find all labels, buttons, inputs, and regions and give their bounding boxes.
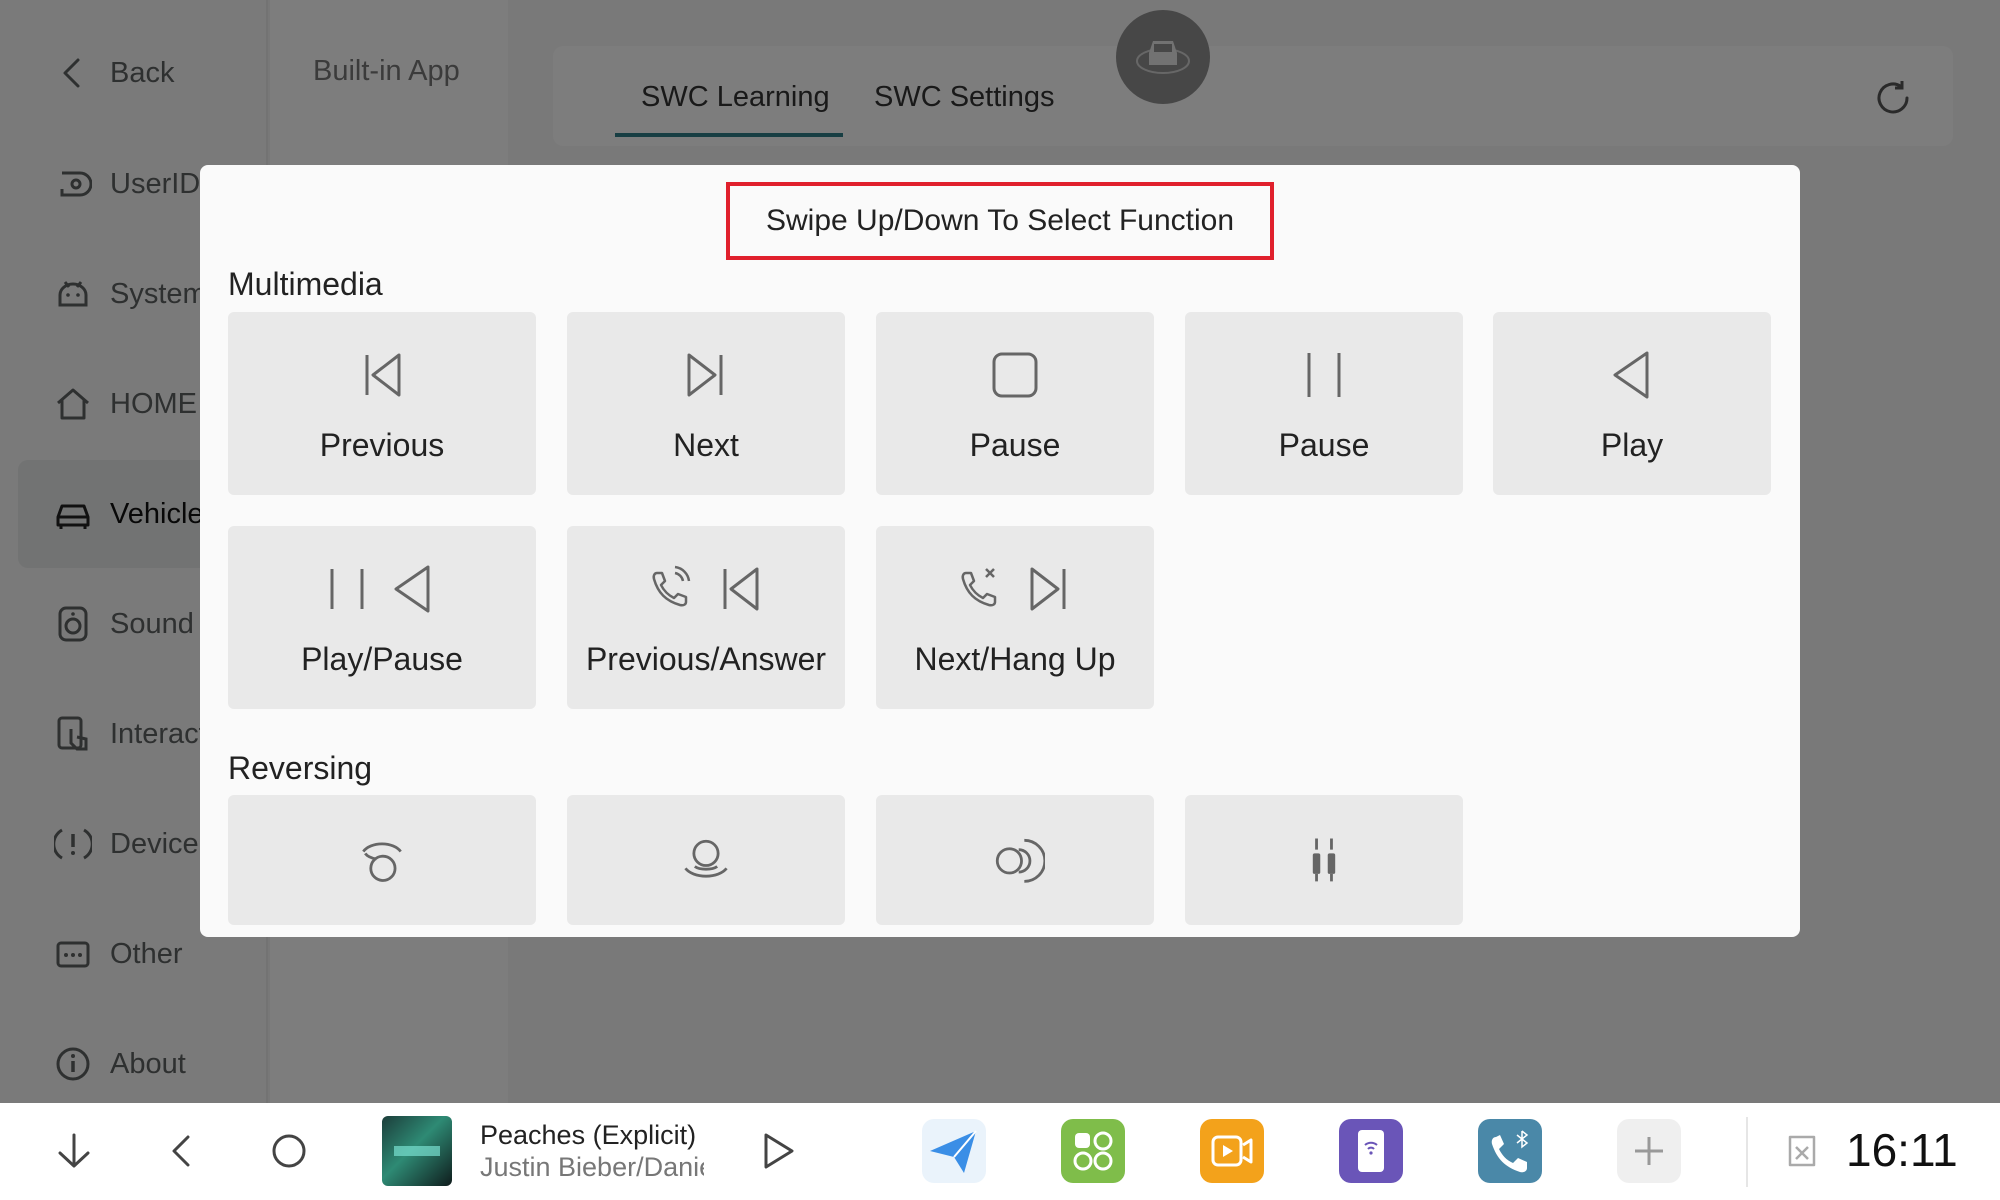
apps-grid-icon (1073, 1131, 1113, 1171)
function-select-dialog: Swipe Up/Down To Select Function Multime… (200, 165, 1800, 937)
function-tile-play[interactable]: Play (1493, 312, 1771, 495)
function-tile-camera-side[interactable] (876, 795, 1154, 925)
section-title-reversing: Reversing (228, 750, 373, 786)
section-title-multimedia: Multimedia (228, 266, 383, 302)
function-tile-next-hangup[interactable]: Next/Hang Up (876, 526, 1154, 709)
clock: 16:11 (1846, 1124, 1958, 1176)
phone-answer-previous-icon (649, 561, 763, 617)
camera-front-icon (676, 831, 736, 887)
play-pause-icon (328, 561, 436, 617)
parking-sensor-icon (1304, 831, 1344, 887)
tile-label: Previous (319, 427, 445, 463)
function-tile-previous[interactable]: Previous (228, 312, 536, 495)
function-tile-previous-answer[interactable]: Previous/Answer (567, 526, 845, 709)
skip-previous-icon (359, 347, 405, 403)
dock-navigation-app[interactable] (922, 1119, 986, 1183)
swipe-hint: Swipe Up/Down To Select Function (726, 182, 1274, 260)
function-tile-parking-sensor[interactable] (1185, 795, 1463, 925)
pause-icon (1301, 347, 1347, 403)
dock-apps-grid[interactable] (1061, 1119, 1125, 1183)
song-artist: Justin Bieber/Daniel Caesar/Giveon (480, 1152, 704, 1182)
home-circle-icon (272, 1134, 306, 1168)
tile-label: Next/Hang Up (914, 641, 1116, 677)
function-tile-camera-front[interactable] (567, 795, 845, 925)
add-app-icon (1635, 1137, 1663, 1165)
media-widget[interactable]: Peaches (Explicit) Justin Bieber/Daniel … (356, 1103, 856, 1200)
system-taskbar: Peaches (Explicit) Justin Bieber/Daniel … (0, 1103, 2000, 1200)
album-art (382, 1116, 452, 1186)
nav-home-button[interactable] (261, 1123, 317, 1179)
song-title: Peaches (Explicit) (480, 1120, 697, 1150)
stop-square-icon (990, 347, 1040, 403)
tile-label: Pause (1278, 427, 1370, 463)
video-app-icon (1211, 1135, 1253, 1167)
arrow-down-icon (58, 1133, 90, 1168)
nav-back-button[interactable] (154, 1123, 210, 1179)
function-tile-pause-stop[interactable]: Pause (876, 312, 1154, 495)
navigation-app-icon (930, 1130, 977, 1173)
dock-phone-link-app[interactable] (1339, 1119, 1403, 1183)
phone-hangup-next-icon (958, 561, 1072, 617)
play-icon (1609, 347, 1655, 403)
clear-recent-icon[interactable] (1782, 1131, 1822, 1171)
tile-label: Next (673, 427, 739, 463)
function-tile-camera-top[interactable] (228, 795, 536, 925)
skip-next-icon (683, 347, 729, 403)
function-tile-next[interactable]: Next (567, 312, 845, 495)
collapse-button[interactable] (46, 1123, 102, 1179)
function-tile-play-pause[interactable]: Play/Pause (228, 526, 536, 709)
dock-video-app[interactable] (1200, 1119, 1264, 1183)
taskbar-divider (1746, 1117, 1748, 1187)
function-tile-pause[interactable]: Pause (1185, 312, 1463, 495)
dock-add-app[interactable] (1617, 1119, 1681, 1183)
tile-label: Pause (969, 427, 1061, 463)
tile-label: Play (1600, 427, 1664, 463)
dock-bluetooth-phone-app[interactable] (1478, 1119, 1542, 1183)
bluetooth-phone-app-icon (1491, 1130, 1529, 1173)
camera-top-icon (352, 831, 412, 887)
back-arrow-icon (172, 1135, 190, 1167)
tile-label: Previous/Answer (585, 641, 827, 677)
media-play-button[interactable] (752, 1125, 804, 1177)
tile-label: Play/Pause (301, 641, 463, 677)
camera-side-icon (985, 831, 1045, 887)
play-icon (764, 1133, 794, 1169)
phone-link-app-icon (1358, 1130, 1384, 1172)
